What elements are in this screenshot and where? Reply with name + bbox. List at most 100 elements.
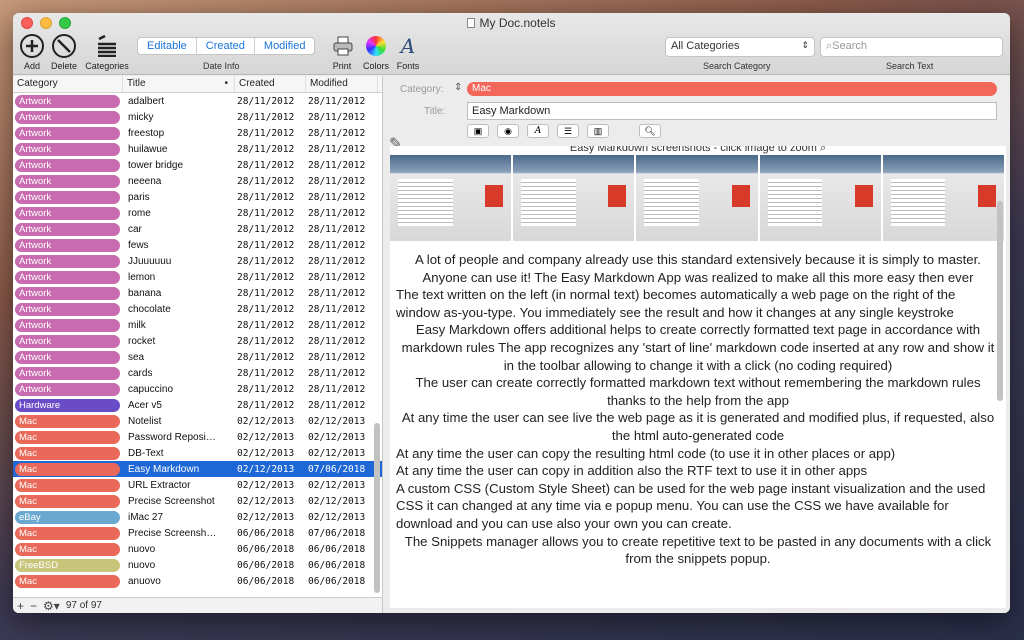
- table-row[interactable]: Artwork banana 28/11/2012 28/11/2012: [13, 285, 382, 301]
- title-input[interactable]: Easy Markdown: [467, 102, 997, 120]
- note-preview: Easy Markdown screenshots - click image …: [390, 146, 1006, 608]
- row-created-cell: 06/06/2018: [237, 543, 295, 555]
- category-pill: Mac: [15, 430, 120, 444]
- table-row[interactable]: Mac Easy Markdown 02/12/2013 07/06/2018: [13, 461, 382, 477]
- table-row[interactable]: Mac Password Reposi… 02/12/2013 02/12/2013: [13, 429, 382, 445]
- table-row[interactable]: Artwork car 28/11/2012 28/11/2012: [13, 221, 382, 237]
- font-style-icon[interactable]: A: [527, 124, 549, 138]
- category-stepper-icon[interactable]: ⇕: [454, 82, 462, 93]
- category-pill: Artwork: [15, 190, 120, 204]
- gear-menu-icon[interactable]: ⚙▾: [43, 599, 60, 613]
- row-title-cell: nuovo: [128, 559, 156, 571]
- row-title-cell: micky: [128, 111, 154, 123]
- table-row[interactable]: Artwork tower bridge 28/11/2012 28/11/2012: [13, 157, 382, 173]
- row-modified-cell: 28/11/2012: [308, 111, 366, 123]
- table-row[interactable]: Artwork neeena 28/11/2012 28/11/2012: [13, 173, 382, 189]
- app-window: My Doc.notels Add Delete Categories Edit…: [13, 13, 1010, 613]
- category-select[interactable]: All Categories ⇕: [665, 37, 815, 57]
- segment-modified[interactable]: Modified: [255, 38, 315, 54]
- body-paragraph: The Snippets manager allows you to creat…: [404, 533, 992, 567]
- row-created-cell: 28/11/2012: [237, 319, 295, 331]
- screenshot-thumbnail[interactable]: [759, 155, 881, 241]
- image-icon[interactable]: ▣: [467, 124, 489, 138]
- notes-list-pane: Category Title • Created Modified Artwork…: [13, 76, 383, 613]
- segment-editable[interactable]: Editable: [138, 38, 197, 54]
- zoom-icon[interactable]: 🔍︎: [639, 124, 661, 138]
- category-pill: Mac: [15, 542, 120, 556]
- row-modified-cell: 28/11/2012: [308, 207, 366, 219]
- row-created-cell: 28/11/2012: [237, 303, 295, 315]
- document-icon: [467, 18, 476, 28]
- row-title-cell: nuovo: [128, 543, 156, 555]
- category-pill: Mac: [15, 446, 120, 460]
- preview-scrollbar[interactable]: [997, 201, 1003, 401]
- segment-created[interactable]: Created: [197, 38, 255, 54]
- table-row[interactable]: Mac Precise Screensh… 06/06/2018 07/06/2018: [13, 525, 382, 541]
- print-button[interactable]: Print: [330, 33, 354, 71]
- list-icon[interactable]: ☰: [557, 124, 579, 138]
- body-paragraph: A lot of people and company already use …: [415, 252, 981, 285]
- table-row[interactable]: Hardware Acer v5 28/11/2012 28/11/2012: [13, 397, 382, 413]
- fonts-label: Fonts: [396, 61, 420, 71]
- table-row[interactable]: Artwork milk 28/11/2012 28/11/2012: [13, 317, 382, 333]
- row-modified-cell: 28/11/2012: [308, 175, 366, 187]
- table-row[interactable]: Artwork rome 28/11/2012 28/11/2012: [13, 205, 382, 221]
- search-input[interactable]: ⌕Search: [820, 37, 1003, 57]
- table-row[interactable]: Mac nuovo 06/06/2018 06/06/2018: [13, 541, 382, 557]
- column-header-modified[interactable]: Modified: [306, 76, 378, 92]
- table-row[interactable]: Mac DB-Text 02/12/2013 02/12/2013: [13, 445, 382, 461]
- note-body-text: A lot of people and company already use …: [390, 241, 1006, 568]
- row-category-cell: Artwork: [13, 350, 123, 364]
- screenshot-thumbnail[interactable]: [882, 155, 1005, 241]
- remove-note-button[interactable]: −: [30, 599, 37, 613]
- screenshot-thumbnail[interactable]: [636, 155, 758, 241]
- table-row[interactable]: Artwork paris 28/11/2012 28/11/2012: [13, 189, 382, 205]
- table-row[interactable]: Artwork lemon 28/11/2012 28/11/2012: [13, 269, 382, 285]
- table-row[interactable]: Artwork rocket 28/11/2012 28/11/2012: [13, 333, 382, 349]
- category-pill: Artwork: [15, 302, 120, 316]
- list-scrollbar[interactable]: [374, 423, 380, 593]
- table-row[interactable]: Artwork huilawue 28/11/2012 28/11/2012: [13, 141, 382, 157]
- table-row[interactable]: FreeBSD nuovo 06/06/2018 06/06/2018: [13, 557, 382, 573]
- table-row[interactable]: Artwork JJuuuuuu 28/11/2012 28/11/2012: [13, 253, 382, 269]
- table-row[interactable]: Artwork fews 28/11/2012 28/11/2012: [13, 237, 382, 253]
- table-row[interactable]: Artwork micky 28/11/2012 28/11/2012: [13, 109, 382, 125]
- add-note-button[interactable]: +: [17, 599, 24, 613]
- row-modified-cell: 06/06/2018: [308, 575, 366, 587]
- columns-icon[interactable]: ▥: [587, 124, 609, 138]
- row-category-cell: Hardware: [13, 398, 123, 412]
- table-row[interactable]: Mac Precise Screenshot 02/12/2013 02/12/201…: [13, 493, 382, 509]
- column-header-created[interactable]: Created: [235, 76, 306, 92]
- table-row[interactable]: Artwork adalbert 28/11/2012 28/11/2012: [13, 93, 382, 109]
- color-icon[interactable]: ◉: [497, 124, 519, 138]
- table-row[interactable]: Mac anuovo 06/06/2018 06/06/2018: [13, 573, 382, 589]
- row-category-cell: Artwork: [13, 174, 123, 188]
- fonts-button[interactable]: A Fonts: [395, 33, 421, 71]
- table-row[interactable]: Artwork cards 28/11/2012 28/11/2012: [13, 365, 382, 381]
- table-row[interactable]: Artwork capuccino 28/11/2012 28/11/2012: [13, 381, 382, 397]
- column-header-category[interactable]: Category: [13, 76, 123, 92]
- category-field[interactable]: Mac: [467, 82, 997, 96]
- note-detail-pane: Category: ⇕ Mac Title: Easy Markdown ▣ ◉…: [384, 76, 1010, 613]
- category-pill: Artwork: [15, 334, 120, 348]
- colors-button[interactable]: Colors: [361, 33, 391, 71]
- date-info-segmented-control: Editable Created Modified: [137, 37, 316, 55]
- table-row[interactable]: eBay iMac 27 02/12/2013 02/12/2013: [13, 509, 382, 525]
- row-modified-cell: 28/11/2012: [308, 319, 366, 331]
- category-field-label: Category:: [400, 84, 444, 95]
- screenshot-thumbnail[interactable]: [513, 155, 635, 241]
- delete-button[interactable]: Delete: [49, 33, 79, 71]
- table-row[interactable]: Artwork sea 28/11/2012 28/11/2012: [13, 349, 382, 365]
- row-modified-cell: 28/11/2012: [308, 159, 366, 171]
- row-title-cell: Password Reposi…: [128, 431, 216, 443]
- table-row[interactable]: Mac Notelist 02/12/2013 02/12/2013: [13, 413, 382, 429]
- add-button[interactable]: Add: [19, 33, 45, 71]
- table-row[interactable]: Mac URL Extractor 02/12/2013 02/12/2013: [13, 477, 382, 493]
- row-title-cell: chocolate: [128, 303, 171, 315]
- table-row[interactable]: Artwork chocolate 28/11/2012 28/11/2012: [13, 301, 382, 317]
- screenshot-thumbnail[interactable]: [390, 155, 512, 241]
- row-category-cell: Artwork: [13, 286, 123, 300]
- categories-button[interactable]: Categories: [83, 33, 131, 71]
- column-header-title[interactable]: Title •: [123, 76, 235, 92]
- table-row[interactable]: Artwork freestop 28/11/2012 28/11/2012: [13, 125, 382, 141]
